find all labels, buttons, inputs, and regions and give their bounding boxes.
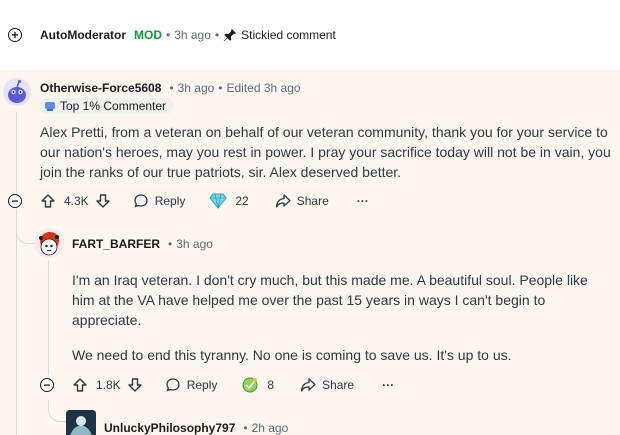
separator-dot: • <box>168 237 173 251</box>
comment-body: We need to end this tyranny. No one is c… <box>72 347 512 363</box>
green-award-icon <box>241 376 259 394</box>
more-options-button[interactable]: ··· <box>357 194 369 208</box>
arrow-up-icon[interactable] <box>40 193 56 209</box>
arrow-down-icon[interactable] <box>127 377 143 393</box>
award-button[interactable]: 8 <box>241 376 274 394</box>
comment-body: Alex Pretti, from a veteran on behalf of… <box>40 124 611 180</box>
pin-icon <box>223 28 237 42</box>
award-count: 22 <box>235 194 249 208</box>
award-button[interactable]: 22 <box>209 193 249 209</box>
avatar[interactable] <box>3 78 31 106</box>
comment-author[interactable]: Otherwise-Force5608 <box>40 81 161 95</box>
edited-label: Edited 3h ago <box>226 81 301 95</box>
arrow-down-icon[interactable] <box>95 193 111 209</box>
award-count: 8 <box>267 378 275 392</box>
comment-author[interactable]: UnluckyPhilosophy797 <box>104 421 235 435</box>
comment-header: UnluckyPhilosophy797 • 2h ago <box>104 421 288 435</box>
user-flair: Top 1% Commenter <box>40 98 175 114</box>
thread-line <box>16 209 17 435</box>
more-label: ··· <box>356 194 369 208</box>
thread-line <box>48 260 49 375</box>
speech-bubble-icon <box>133 193 149 209</box>
vote-group: 1.8K <box>72 377 143 393</box>
vote-count: 4.3K <box>64 194 89 208</box>
separator-dot: • <box>214 28 220 42</box>
mod-badge: MOD <box>134 28 162 42</box>
minus-circle-icon[interactable]: − <box>8 194 22 208</box>
comment-age: 3h ago <box>176 237 213 251</box>
comment-header: Otherwise-Force5608 • 3h ago • Edited 3h… <box>40 81 301 95</box>
comment-actions: − 1.8K Reply 8 Share ··· <box>40 376 394 394</box>
comment-actions: − 4.3K Reply 22 Share ··· <box>8 193 369 209</box>
share-button[interactable]: Share <box>300 377 354 393</box>
more-options-button[interactable]: ··· <box>382 378 394 392</box>
plus-circle-icon[interactable]: + <box>8 28 22 42</box>
share-arrow-icon <box>275 193 291 209</box>
diamond-award-icon <box>209 193 228 209</box>
stickied-label: Stickied comment <box>241 28 336 42</box>
comment-header: FART_BARFER • 3h ago <box>72 237 213 251</box>
flair-text: Top 1% Commenter <box>60 99 167 113</box>
share-label: Share <box>322 378 355 392</box>
trophy-icon <box>44 100 56 112</box>
arrow-up-icon[interactable] <box>72 377 88 393</box>
reply-label: Reply <box>154 194 186 208</box>
reply-label: Reply <box>186 378 218 392</box>
comment-body: I'm an Iraq veteran. I don't cry much, b… <box>72 272 588 328</box>
vote-count: 1.8K <box>96 378 121 392</box>
share-button[interactable]: Share <box>275 193 329 209</box>
comment-author[interactable]: FART_BARFER <box>72 237 160 251</box>
comment-age: 2h ago <box>251 421 289 435</box>
separator-dot: • <box>166 28 171 42</box>
separator-dot: • <box>169 81 174 95</box>
separator-dot: • <box>218 81 223 95</box>
avatar[interactable] <box>66 410 96 435</box>
speech-bubble-icon <box>165 377 181 393</box>
avatar[interactable] <box>34 228 64 258</box>
automod-comment-header: + AutoModerator MOD • 3h ago • Stickied … <box>8 28 336 42</box>
more-label: ··· <box>382 378 395 392</box>
thread-line <box>16 112 17 200</box>
comment-age: 3h ago <box>174 28 211 42</box>
reply-button[interactable]: Reply <box>133 193 186 209</box>
reply-button[interactable]: Reply <box>165 377 218 393</box>
minus-circle-icon[interactable]: − <box>40 378 54 392</box>
comment-author[interactable]: AutoModerator <box>40 28 126 42</box>
share-arrow-icon <box>300 377 316 393</box>
comment-age: 3h ago <box>177 81 215 95</box>
separator-dot: • <box>243 421 248 435</box>
share-label: Share <box>296 194 329 208</box>
vote-group: 4.3K <box>40 193 111 209</box>
